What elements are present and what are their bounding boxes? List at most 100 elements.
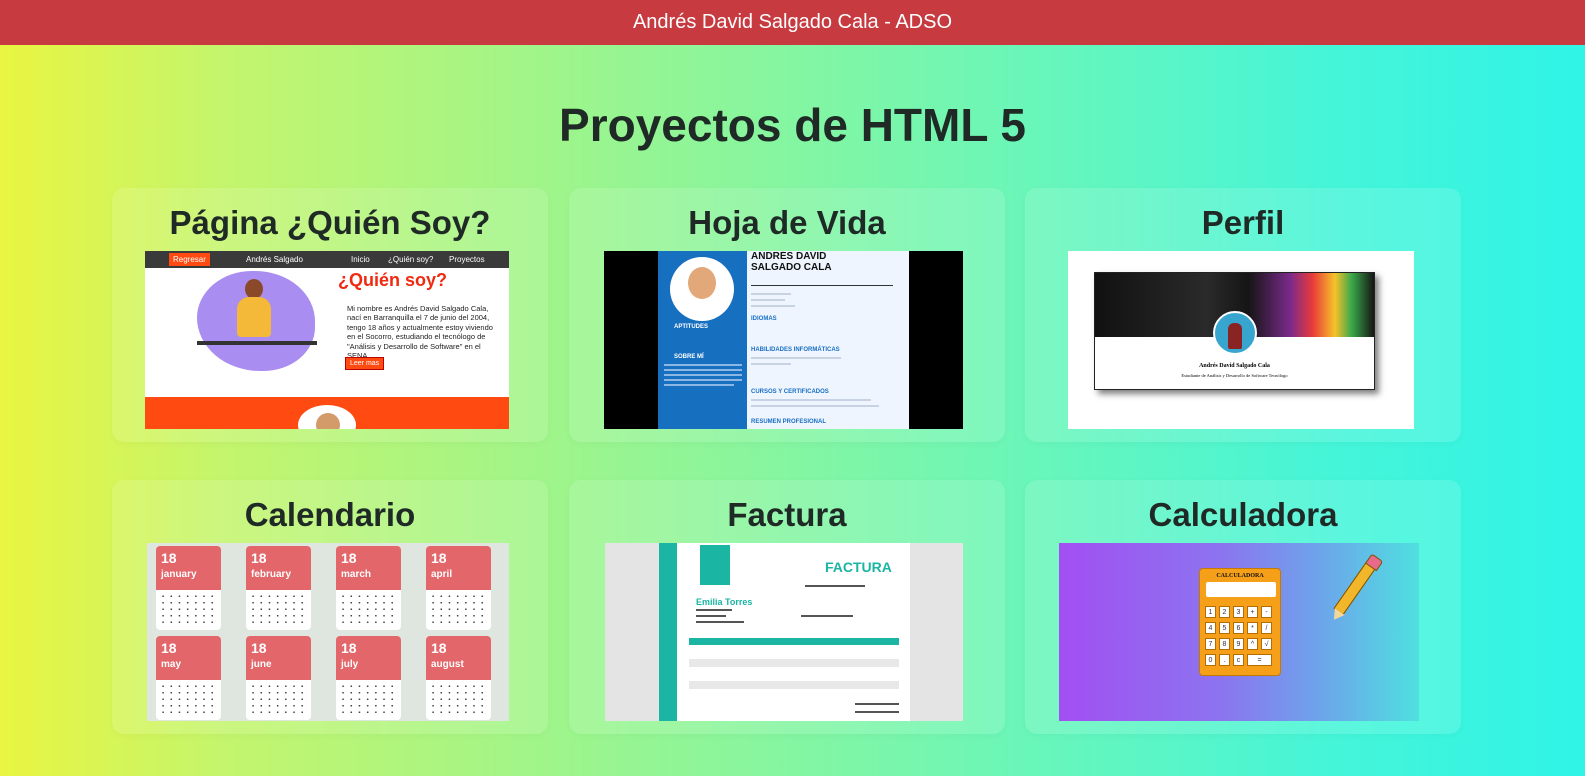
preview-content: [747, 251, 909, 429]
preview-month-card: 18 august: [426, 636, 491, 720]
preview-month: february: [251, 569, 292, 580]
project-title: Página ¿Quién Soy?: [169, 204, 491, 241]
preview-profile-card: Andrés David Salgado Cala Estudiante de …: [1094, 272, 1375, 390]
preview-invoice-row: [689, 648, 899, 656]
preview-month-card: 18 june: [246, 636, 311, 720]
preview-key: .: [1219, 654, 1230, 666]
preview-month: march: [341, 569, 372, 580]
preview-text-line: [801, 615, 853, 617]
project-preview-image[interactable]: Regresar Andrés Salgado Inicio ¿Quién so…: [145, 251, 509, 429]
preview-month: august: [431, 659, 464, 670]
project-card-calendario[interactable]: Calendario 18 january 18 february 18 march …: [112, 480, 548, 734]
project-card-calculadora[interactable]: Calculadora CALCULADORA 1 2 3 + - 4 5 6 …: [1025, 480, 1461, 734]
preview-key: ^: [1247, 638, 1258, 650]
preview-key: 7: [1205, 638, 1216, 650]
preview-read-more-button: Leer mas: [345, 357, 385, 370]
preview-days-grid: [159, 683, 217, 717]
preview-illustration-head: [245, 279, 263, 299]
project-title: Calendario: [244, 496, 416, 533]
preview-key: -: [1261, 606, 1272, 618]
project-card-quien-soy[interactable]: Página ¿Quién Soy? Regresar Andrés Salga…: [112, 188, 548, 442]
preview-key: =: [1247, 654, 1272, 666]
project-title: Perfil: [1201, 204, 1285, 241]
project-preview-image[interactable]: CALCULADORA 1 2 3 + - 4 5 6 * / 7 8 9 ^ …: [1059, 543, 1419, 721]
preview-text-line: [696, 621, 744, 623]
project-title: Factura: [727, 496, 847, 533]
preview-calculator-screen: [1206, 582, 1276, 597]
preview-month: june: [251, 659, 272, 670]
preview-invoice-row: [689, 670, 899, 678]
preview-invoice-client: Emilia Torres: [696, 597, 753, 607]
preview-days-grid: [429, 683, 487, 717]
preview-section-label: IDIOMAS: [751, 316, 777, 322]
preview-days-grid: [159, 593, 217, 627]
preview-text-line: [751, 405, 879, 407]
preview-invoice-heading: FACTURA: [825, 559, 892, 575]
project-card-factura[interactable]: Factura FACTURA Emilia Torres: [569, 480, 1005, 734]
preview-month-card: 18 april: [426, 546, 491, 630]
preview-illustration-desk: [197, 341, 317, 345]
preview-profile-name: Andrés David Salgado Cala: [1199, 363, 1270, 369]
preview-day: 18: [431, 550, 447, 566]
preview-month-card: 18 january: [156, 546, 221, 630]
project-card-hoja-de-vida[interactable]: Hoja de Vida APTITUDES SOBRE MÍ ANDRÉS D…: [569, 188, 1005, 442]
project-preview-image[interactable]: Andrés David Salgado Cala Estudiante de …: [1068, 251, 1414, 429]
preview-section-label: CURSOS Y CERTIFICADOS: [751, 389, 829, 395]
preview-name: ANDRÉS DAVID SALGADO CALA: [751, 251, 832, 273]
preview-heading: ¿Quién soy?: [338, 270, 448, 290]
preview-month-card: 18 march: [336, 546, 401, 630]
preview-days-grid: [249, 683, 307, 717]
preview-section-label: SOBRE MÍ: [674, 354, 704, 360]
preview-section-label: HABILIDADES INFORMÁTICAS: [751, 347, 840, 353]
project-title: Calculadora: [1148, 496, 1338, 533]
preview-text-line: [664, 364, 742, 366]
preview-navbar: Regresar Andrés Salgado Inicio ¿Quién so…: [145, 251, 509, 268]
project-preview-image[interactable]: 18 january 18 february 18 march 18 april 18 m…: [147, 543, 509, 721]
preview-text-line: [751, 399, 871, 401]
project-card-perfil[interactable]: Perfil Andrés David Salgado Cala Estudia…: [1025, 188, 1461, 442]
preview-text-line: [751, 293, 791, 295]
preview-key: 0: [1205, 654, 1216, 666]
preview-profile-subtitle: Estudiante de Análisis y Desarrollo de S…: [1181, 373, 1288, 378]
preview-key: 8: [1219, 638, 1230, 650]
preview-month: january: [161, 569, 197, 580]
preview-key: 4: [1205, 622, 1216, 634]
project-preview-image[interactable]: APTITUDES SOBRE MÍ ANDRÉS DAVID SALGADO …: [604, 251, 963, 429]
preview-nav-button: Regresar: [169, 253, 210, 266]
preview-text-line: [664, 369, 742, 371]
preview-invoice-stripe: [659, 543, 677, 721]
project-title: Hoja de Vida: [688, 204, 886, 241]
preview-nav-link: Inicio: [351, 255, 370, 264]
preview-month: april: [431, 569, 453, 580]
preview-invoice-table-header: [689, 638, 899, 645]
preview-calculator-label: CALCULADORA: [1216, 573, 1264, 579]
preview-invoice-row: [689, 681, 899, 689]
preview-key: 9: [1233, 638, 1244, 650]
preview-invoice-row: [689, 659, 899, 667]
preview-illustration-person: [237, 297, 271, 337]
preview-key: 2: [1219, 606, 1230, 618]
header-title: Andrés David Salgado Cala - ADSO: [632, 11, 953, 33]
preview-invoice-logo: [700, 545, 730, 585]
preview-text-line: [751, 363, 791, 365]
preview-day: 18: [431, 640, 447, 656]
preview-text-line: [664, 379, 742, 381]
project-preview-image[interactable]: FACTURA Emilia Torres: [605, 543, 963, 721]
preview-key: √: [1261, 638, 1272, 650]
preview-days-grid: [429, 593, 487, 627]
preview-days-grid: [249, 593, 307, 627]
preview-day: 18: [341, 640, 357, 656]
preview-key: *: [1247, 622, 1258, 634]
preview-text-line: [855, 711, 899, 713]
preview-day: 18: [251, 640, 267, 656]
preview-text-line: [696, 615, 726, 617]
preview-month-card: 18 february: [246, 546, 311, 630]
preview-nav-link: ¿Quién soy?: [388, 255, 434, 264]
preview-day: 18: [251, 550, 267, 566]
preview-key: 3: [1233, 606, 1244, 618]
preview-text-line: [751, 305, 795, 307]
preview-month: may: [161, 659, 182, 670]
preview-text-line: [751, 299, 785, 301]
preview-divider: [751, 285, 893, 286]
preview-day: 18: [161, 550, 177, 566]
